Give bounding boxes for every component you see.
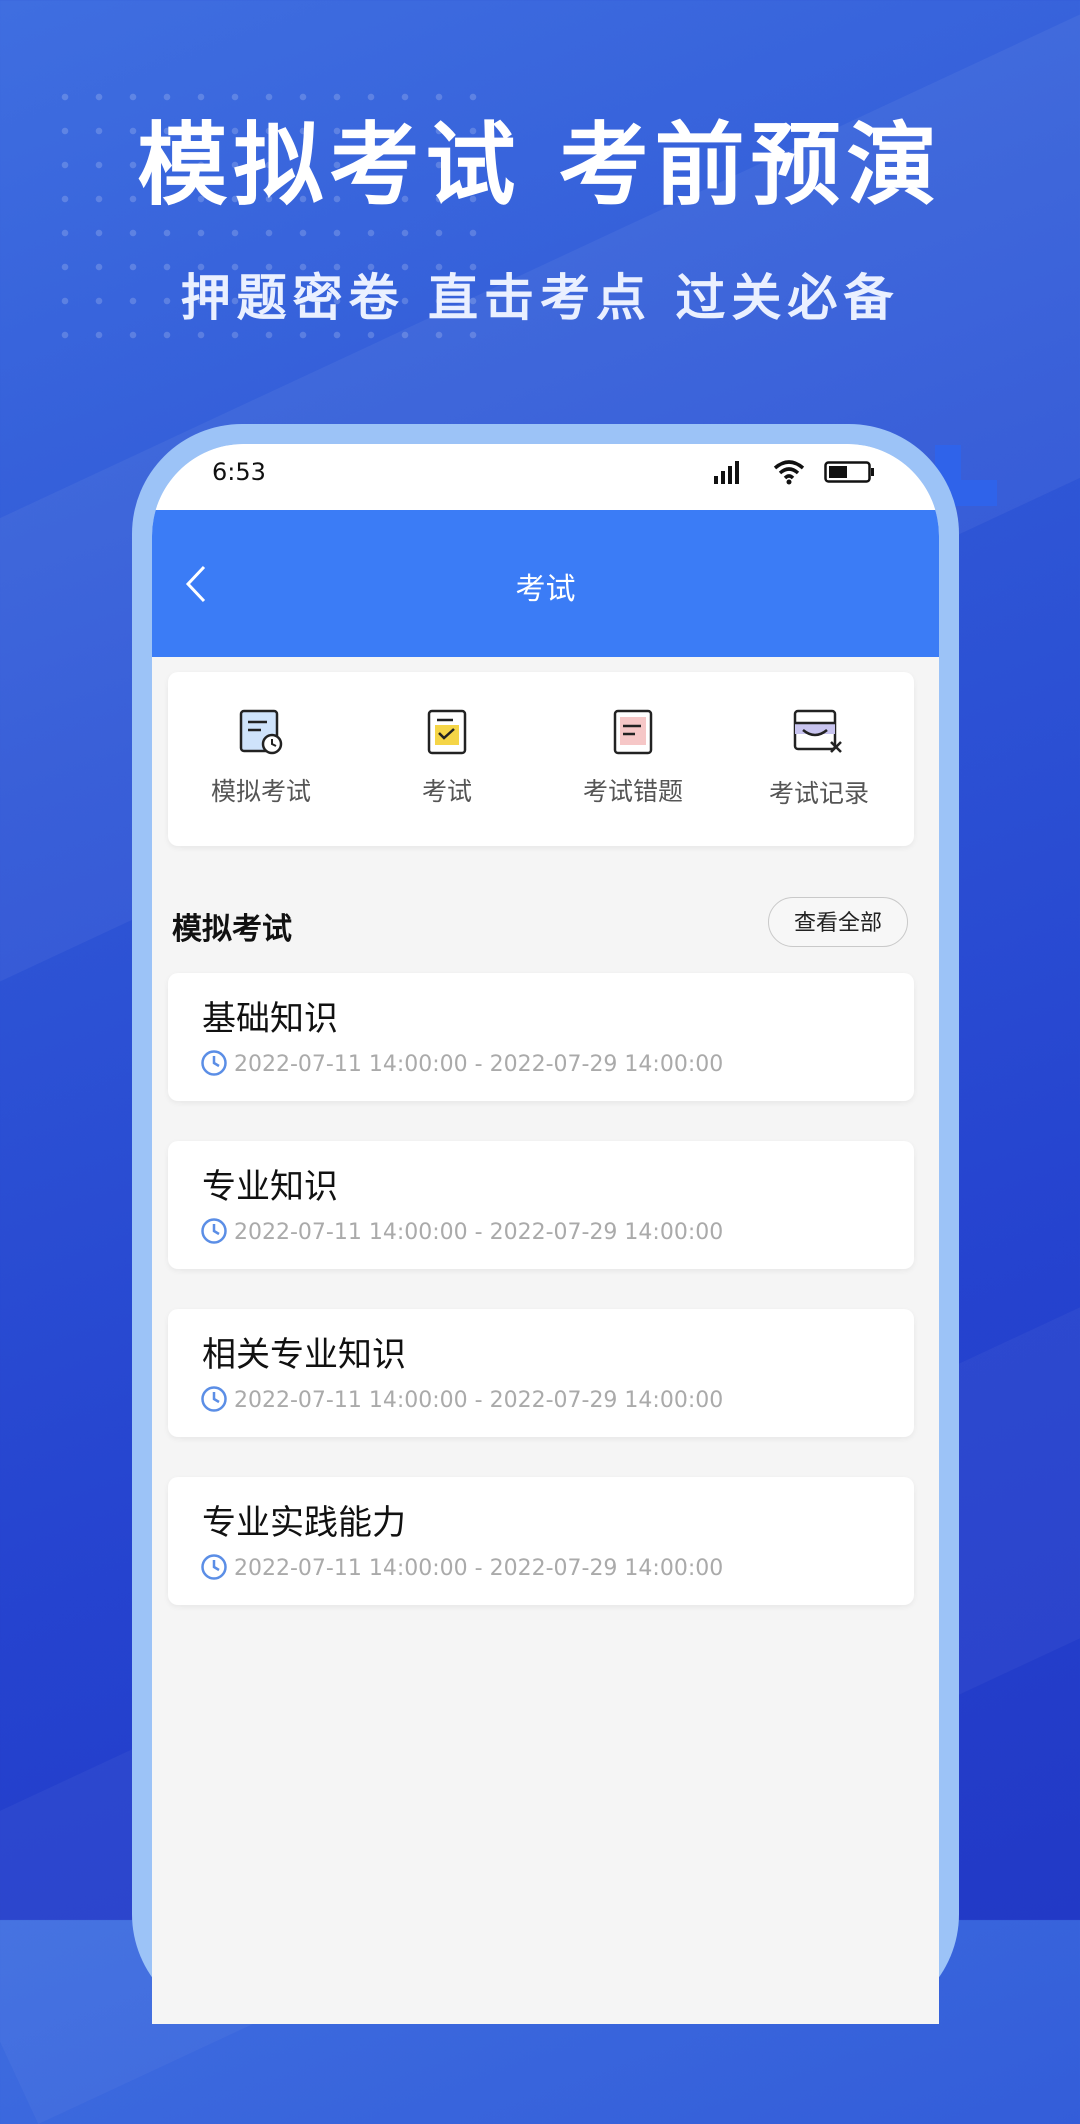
clock-icon [201, 1554, 227, 1580]
exam-time-range: 2022-07-11 14:00:00 - 2022-07-29 14:00:0… [234, 1220, 724, 1245]
promo-headline: 模拟考试 考前预演 [137, 113, 943, 218]
menu-label: 考试错题 [582, 777, 683, 806]
menu-item-mock-exam[interactable]: 模拟考试 [168, 708, 354, 828]
exam-title: 基础知识 [202, 999, 338, 1039]
exam-time-range: 2022-07-11 14:00:00 - 2022-07-29 14:00:0… [234, 1052, 724, 1077]
view-all-button[interactable]: 查看全部 [768, 897, 908, 947]
exam-card[interactable]: 专业实践能力 2022-07-11 14:00:00 - 2022-07-29 … [168, 1477, 914, 1605]
battery-icon [824, 461, 874, 483]
menu-item-wrong-questions[interactable]: 考试错题 [540, 708, 726, 828]
quick-menu-card: 模拟考试 考试 考试错题 考试记录 [168, 672, 914, 846]
wifi-icon [773, 460, 805, 485]
exam-card[interactable]: 专业知识 2022-07-11 14:00:00 - 2022-07-29 14… [168, 1141, 914, 1269]
exam-card[interactable]: 相关专业知识 2022-07-11 14:00:00 - 2022-07-29 … [168, 1309, 914, 1437]
checklist-icon [427, 709, 467, 755]
clock-icon [201, 1050, 227, 1076]
status-bar: 6:53 [152, 444, 939, 510]
signal-icon [714, 461, 739, 484]
menu-item-exam[interactable]: 考试 [354, 708, 540, 828]
status-time: 6:53 [212, 458, 266, 486]
clock-icon [201, 1218, 227, 1244]
app-bar: 考试 [152, 510, 939, 657]
exam-clock-icon [239, 709, 283, 755]
section-title: 模拟考试 [172, 912, 292, 947]
phone-screen: 6:53 考试 模拟考试 考试 考试错题 考试记录 模拟考试 查看全部 基础知识… [152, 444, 939, 2024]
phone-frame: 6:53 考试 模拟考试 考试 考试错题 考试记录 模拟考试 查看全部 基础知识… [132, 424, 959, 2024]
records-icon [793, 709, 842, 753]
exam-title: 相关专业知识 [202, 1335, 406, 1375]
promo-subheadline: 押题密卷 直击考点 过关必备 [180, 269, 900, 327]
exam-title: 专业知识 [202, 1167, 338, 1207]
page-title: 考试 [515, 572, 576, 607]
exam-time-range: 2022-07-11 14:00:00 - 2022-07-29 14:00:0… [234, 1388, 724, 1413]
menu-label: 考试 [421, 777, 472, 806]
wrong-questions-icon [613, 709, 653, 755]
exam-card[interactable]: 基础知识 2022-07-11 14:00:00 - 2022-07-29 14… [168, 973, 914, 1101]
clock-icon [201, 1386, 227, 1412]
exam-title: 专业实践能力 [202, 1503, 406, 1543]
menu-item-records[interactable]: 考试记录 [726, 708, 912, 828]
menu-label: 模拟考试 [210, 777, 311, 806]
exam-time-range: 2022-07-11 14:00:00 - 2022-07-29 14:00:0… [234, 1556, 724, 1581]
menu-label: 考试记录 [768, 779, 869, 808]
